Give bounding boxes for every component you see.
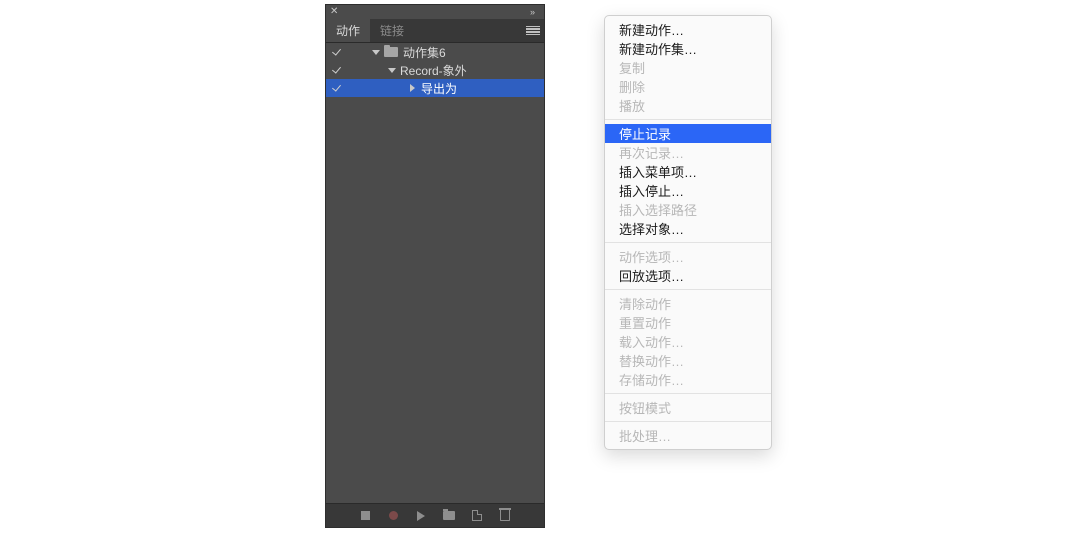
chevron-right-icon[interactable]	[410, 84, 415, 92]
panel-toolbar	[326, 503, 544, 527]
check-icon	[332, 83, 343, 94]
menu-insert-menu-item[interactable]: 插入菜单项…	[605, 162, 771, 181]
menu-new-set[interactable]: 新建动作集…	[605, 39, 771, 58]
collapse-icon[interactable]: »	[530, 7, 540, 17]
new-icon	[472, 510, 482, 521]
menu-replace-actions: 替换动作…	[605, 351, 771, 370]
play-button[interactable]	[414, 509, 428, 523]
chevron-down-icon[interactable]	[388, 68, 396, 73]
visibility-toggle[interactable]	[326, 47, 348, 58]
menu-play: 播放	[605, 96, 771, 115]
visibility-toggle[interactable]	[326, 65, 348, 76]
tree-label: 导出为	[421, 80, 457, 97]
menu-button-mode: 按钮模式	[605, 398, 771, 417]
record-button[interactable]	[386, 509, 400, 523]
tree-label: 动作集6	[403, 44, 446, 61]
menu-clear-actions: 清除动作	[605, 294, 771, 313]
tree-row-step[interactable]: 导出为	[326, 79, 544, 97]
menu-separator	[605, 242, 771, 243]
menu-separator	[605, 421, 771, 422]
record-icon	[389, 511, 398, 520]
trash-icon	[500, 510, 510, 521]
menu-save-actions: 存储动作…	[605, 370, 771, 389]
check-icon	[332, 65, 343, 76]
visibility-toggle[interactable]	[326, 83, 348, 94]
menu-insert-path: 插入选择路径	[605, 200, 771, 219]
actions-panel: ✕ » 动作 链接 动作集6 Record-象外	[326, 5, 544, 527]
menu-insert-stop[interactable]: 插入停止…	[605, 181, 771, 200]
panel-titlebar: ✕ »	[326, 5, 544, 19]
chevron-down-icon[interactable]	[372, 50, 380, 55]
close-icon[interactable]: ✕	[330, 7, 340, 17]
play-icon	[417, 511, 425, 521]
panel-context-menu: 新建动作… 新建动作集… 复制 删除 播放 停止记录 再次记录… 插入菜单项… …	[604, 15, 772, 450]
menu-separator	[605, 119, 771, 120]
folder-icon	[384, 47, 398, 57]
check-icon	[332, 47, 343, 58]
menu-rerecord: 再次记录…	[605, 143, 771, 162]
menu-stop-recording[interactable]: 停止记录	[605, 124, 771, 143]
menu-separator	[605, 393, 771, 394]
menu-batch: 批处理…	[605, 426, 771, 445]
menu-duplicate: 复制	[605, 58, 771, 77]
menu-new-action[interactable]: 新建动作…	[605, 20, 771, 39]
folder-icon	[443, 511, 455, 520]
tab-actions[interactable]: 动作	[326, 19, 370, 42]
menu-load-actions: 载入动作…	[605, 332, 771, 351]
tree-label: Record-象外	[400, 62, 467, 79]
new-set-button[interactable]	[442, 509, 456, 523]
tab-links[interactable]: 链接	[370, 19, 414, 42]
hamburger-icon	[526, 26, 540, 36]
delete-button[interactable]	[498, 509, 512, 523]
panel-menu-button[interactable]	[522, 19, 544, 42]
menu-reset-actions: 重置动作	[605, 313, 771, 332]
menu-separator	[605, 289, 771, 290]
stop-icon	[361, 511, 370, 520]
menu-playback-options[interactable]: 回放选项…	[605, 266, 771, 285]
panel-tabs: 动作 链接	[326, 19, 544, 43]
stop-button[interactable]	[358, 509, 372, 523]
tree-row-action[interactable]: Record-象外	[326, 61, 544, 79]
menu-delete: 删除	[605, 77, 771, 96]
menu-select-object[interactable]: 选择对象…	[605, 219, 771, 238]
actions-tree: 动作集6 Record-象外 导出为	[326, 43, 544, 503]
menu-action-options: 动作选项…	[605, 247, 771, 266]
new-action-button[interactable]	[470, 509, 484, 523]
tree-row-set[interactable]: 动作集6	[326, 43, 544, 61]
